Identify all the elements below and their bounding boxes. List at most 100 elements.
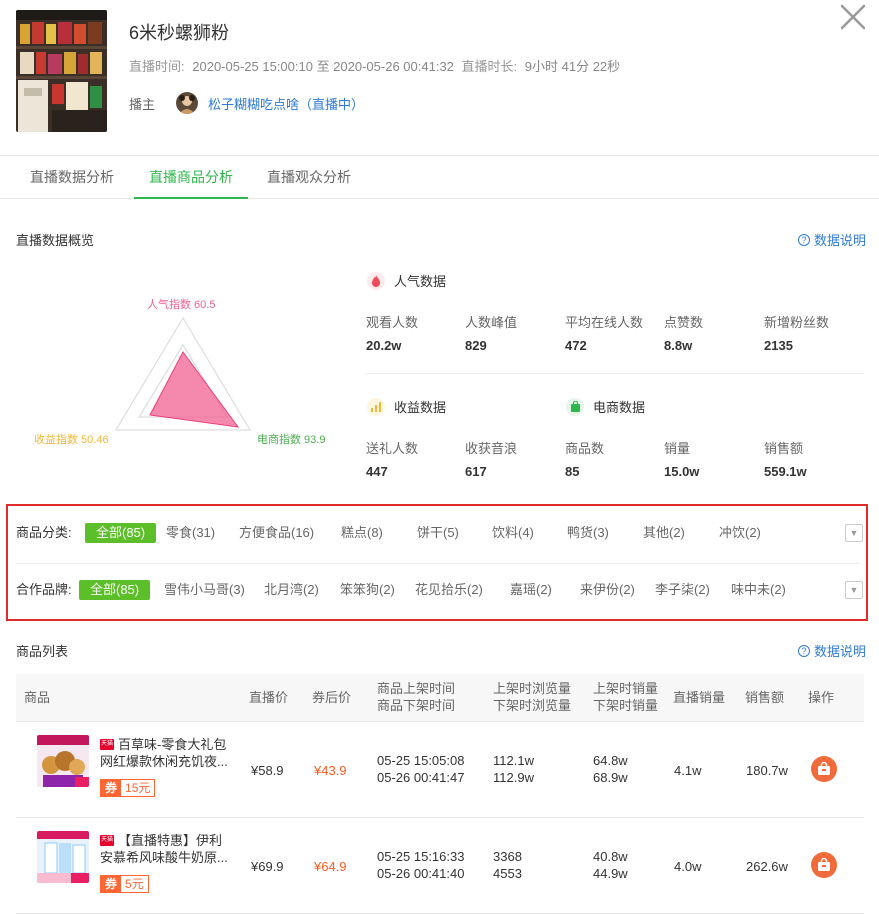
category-chip[interactable]: 饮料(4) <box>492 523 534 543</box>
tab-live-audience[interactable]: 直播观众分析 <box>252 156 366 199</box>
brand-chip-all[interactable]: 全部(85) <box>79 580 151 600</box>
col-on-sales: 上架时销量 <box>593 681 659 696</box>
coupon-tag: 券 <box>101 876 122 892</box>
stat-label-gifters: 送礼人数 <box>366 441 419 456</box>
col-coupon-price: 券后价 <box>312 690 352 705</box>
live-sales: 4.0w <box>674 859 702 874</box>
product-list-help-link[interactable]: ? 数据说明 <box>798 641 866 660</box>
shop-bag-action-icon[interactable] <box>811 852 837 878</box>
category-chip[interactable]: 方便食品(16) <box>239 523 314 543</box>
col-off-sales: 下架时销量 <box>593 698 659 713</box>
brand-chip[interactable]: 味中未(2) <box>731 580 786 600</box>
table-row[interactable]: 天猫 百草味-零食大礼包网红爆款休闲充饥夜... 券 15元 ¥58.9 ¥43… <box>16 722 864 818</box>
shopping-bag-icon <box>566 397 584 416</box>
product-thumbnail[interactable] <box>37 831 89 883</box>
on-views: 112.1w <box>493 753 534 768</box>
live-time-row: 直播时间: 2020-05-25 15:00:10 至 2020-05-26 0… <box>129 56 624 75</box>
category-chip[interactable]: 其他(2) <box>643 523 685 543</box>
coupon-badge: 券 5元 <box>100 875 149 893</box>
category-chip[interactable]: 冲饮(2) <box>719 523 761 543</box>
brand-expand-chevron-icon[interactable]: ▼ <box>845 581 863 599</box>
stat-label-likes: 点赞数 <box>664 315 704 330</box>
product-table-header: 商品 直播价 券后价 商品上架时间 商品下架时间 上架时浏览量 下架时浏览量 上… <box>16 674 864 722</box>
live-duration-label: 直播时长: <box>461 59 518 74</box>
category-filter-row: 商品分类: 全部(85) 零食(31) 方便食品(16) 糕点(8) 饼干(5)… <box>16 523 863 543</box>
live-price: ¥58.9 <box>251 763 284 778</box>
analysis-tabs: 直播数据分析 直播商品分析 直播观众分析 <box>0 155 879 199</box>
brand-chip[interactable]: 花见拾乐(2) <box>415 580 483 600</box>
stat-value-gifters: 447 <box>366 464 388 479</box>
revenue: 180.7w <box>746 763 788 778</box>
tab-live-products[interactable]: 直播商品分析 <box>134 156 248 199</box>
stat-label-viewers: 观看人数 <box>366 315 419 330</box>
flame-icon <box>367 271 385 290</box>
stat-label-new-fans: 新增粉丝数 <box>764 315 830 330</box>
category-expand-chevron-icon[interactable]: ▼ <box>845 524 863 542</box>
overview-help-link[interactable]: ? 数据说明 <box>798 230 866 249</box>
stat-value-viewers: 20.2w <box>366 338 402 353</box>
brand-filter-row: 合作品牌: 全部(85) 雪伟小马哥(3) 北月湾(2) 笨笨狗(2) 花见拾乐… <box>16 580 863 600</box>
stat-value-new-fans: 2135 <box>764 338 793 353</box>
stat-label-product-count: 商品数 <box>565 441 605 456</box>
off-views: 4553 <box>493 866 522 881</box>
live-price: ¥69.9 <box>251 859 284 874</box>
overview-help-label: 数据说明 <box>814 233 867 248</box>
brand-chip[interactable]: 李子柒(2) <box>655 580 710 600</box>
category-chip[interactable]: 糕点(8) <box>341 523 383 543</box>
ecommerce-group-title: 电商数据 <box>593 400 646 415</box>
tab-live-data[interactable]: 直播数据分析 <box>15 156 129 199</box>
stats-divider <box>365 373 864 374</box>
coupon-value: 15元 <box>125 781 151 795</box>
on-time: 05-25 15:05:08 <box>377 753 465 768</box>
stat-value-sales-amount: 559.1w <box>764 464 807 479</box>
product-name-text: 【直播特惠】伊利安慕希风味酸牛奶原... <box>100 833 228 865</box>
shop-bag-action-icon[interactable] <box>811 756 837 782</box>
revenue-group-head: 收益数据 <box>367 397 446 416</box>
stat-value-product-count: 85 <box>565 464 580 479</box>
product-name-link[interactable]: 百草味-零食大礼包网红爆款休闲充饥夜... <box>100 736 230 770</box>
col-off-time: 商品下架时间 <box>377 698 456 713</box>
off-sales: 68.9w <box>593 770 628 785</box>
product-thumbnail[interactable] <box>37 735 89 787</box>
on-views: 3368 <box>493 849 522 864</box>
stat-label-peak: 人数峰值 <box>465 315 518 330</box>
brand-chip[interactable]: 北月湾(2) <box>264 580 319 600</box>
col-on-views: 上架时浏览量 <box>493 681 572 696</box>
coupon-tag: 券 <box>101 780 122 796</box>
stat-value-likes: 8.8w <box>664 338 693 353</box>
on-time: 05-25 15:16:33 <box>377 849 465 864</box>
category-filter-label: 商品分类: <box>16 525 72 540</box>
host-name-link[interactable]: 松子糊糊吃点啥（直播中） <box>208 94 364 113</box>
off-time: 05-26 00:41:40 <box>377 866 465 881</box>
live-time-label: 直播时间: <box>129 59 185 74</box>
host-avatar[interactable] <box>176 92 199 114</box>
col-live-price: 直播价 <box>249 690 289 705</box>
stat-label-sales-volume: 销量 <box>664 441 691 456</box>
category-chip[interactable]: 鸭货(3) <box>567 523 609 543</box>
radar-chart: 人气指数 60.5 收益指数 50.46 电商指数 93.9 <box>0 285 360 460</box>
close-icon[interactable] <box>838 2 868 32</box>
brand-chip[interactable]: 嘉瑶(2) <box>510 580 552 600</box>
stat-value-sales-volume: 15.0w <box>664 464 700 479</box>
coupon-price: ¥43.9 <box>314 763 347 778</box>
category-chip[interactable]: 零食(31) <box>166 523 215 543</box>
brand-chip[interactable]: 笨笨狗(2) <box>340 580 395 600</box>
off-sales: 44.9w <box>593 866 628 881</box>
question-icon: ? <box>798 233 810 246</box>
category-chip-all[interactable]: 全部(85) <box>85 523 157 543</box>
table-row[interactable]: 天猫 【直播特惠】伊利安慕希风味酸牛奶原... 券 5元 ¥69.9 ¥64.9… <box>16 818 864 914</box>
live-time-value: 2020-05-25 15:00:10 至 2020-05-26 00:41:3… <box>192 59 454 74</box>
brand-chip[interactable]: 雪伟小马哥(3) <box>164 580 245 600</box>
question-icon: ? <box>798 644 810 657</box>
stat-value-avg-online: 472 <box>565 338 587 353</box>
brand-chip[interactable]: 来伊份(2) <box>580 580 635 600</box>
live-cover-image <box>16 10 107 132</box>
stat-label-sales-amount: 销售额 <box>764 441 804 456</box>
live-duration-value: 9小时 41分 22秒 <box>524 59 621 74</box>
category-chip[interactable]: 饼干(5) <box>417 523 459 543</box>
col-revenue: 销售额 <box>745 690 785 705</box>
product-name-link[interactable]: 【直播特惠】伊利安慕希风味酸牛奶原... <box>100 832 230 866</box>
coupon-price: ¥64.9 <box>314 859 347 874</box>
live-sales: 4.1w <box>674 763 702 778</box>
overview-title: 直播数据概览 <box>16 233 95 248</box>
